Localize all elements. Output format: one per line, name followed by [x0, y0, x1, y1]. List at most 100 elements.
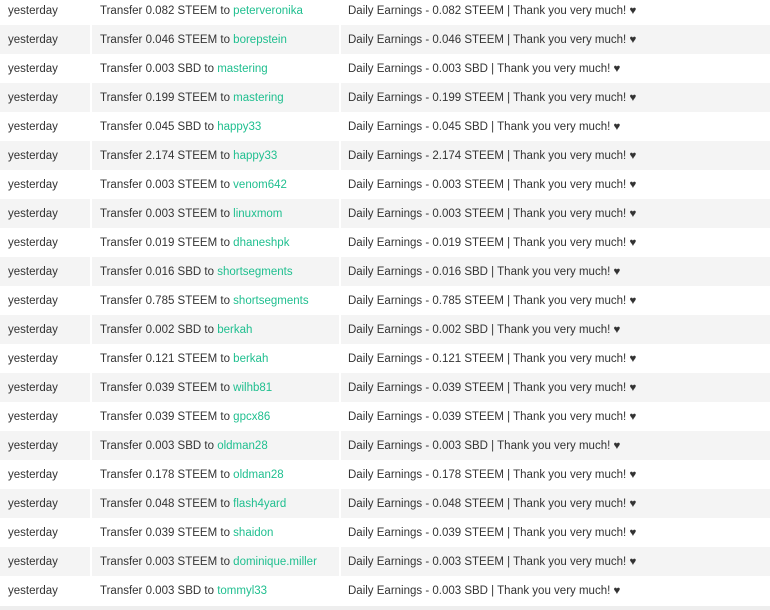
- transfer-date: yesterday: [0, 54, 91, 83]
- transfer-amount-text: Transfer 0.003 STEEM to: [100, 207, 230, 220]
- recipient-link[interactable]: shortsegments: [233, 295, 308, 307]
- recipient-link[interactable]: flash4yard: [233, 498, 286, 510]
- transfer-amount-text: Transfer 0.046 STEEM to: [100, 33, 230, 46]
- transfer-memo: Daily Earnings - 0.016 SBD | Thank you v…: [339, 257, 770, 286]
- table-row: yesterday Transfer 0.039 STEEM to gpcx86 D…: [0, 402, 770, 431]
- transfer-memo: Daily Earnings - 0.121 STEEM | Thank you…: [339, 344, 770, 373]
- transfer-memo: Daily Earnings - 0.039 STEEM | Thank you…: [339, 373, 770, 402]
- table-row: yesterday Transfer 2.174 STEEM to happy33…: [0, 141, 770, 170]
- recipient-link[interactable]: dhaneshpk: [233, 237, 289, 249]
- transfer-description: Transfer 0.003 STEEM to venom642: [90, 170, 340, 199]
- transfer-date: yesterday: [0, 518, 91, 547]
- transfer-description: Transfer 0.003 SBD to oldman28: [90, 431, 340, 460]
- transfer-memo: Daily Earnings - 0.003 SBD | Thank you v…: [339, 54, 770, 83]
- transfer-description: Transfer 0.003 STEEM to linuxmom: [90, 199, 340, 228]
- table-row: yesterday Transfer 0.045 SBD to happy33 Da…: [0, 112, 770, 141]
- transfer-date: yesterday: [0, 373, 91, 402]
- recipient-link[interactable]: berkah: [233, 353, 268, 365]
- transfer-description: Transfer 0.039 STEEM to shaidon: [90, 518, 340, 547]
- transfer-date: yesterday: [0, 315, 91, 344]
- transfer-date: yesterday: [0, 547, 91, 576]
- transfer-description: Transfer 0.003 SBD to tommyl33: [90, 576, 340, 605]
- recipient-link[interactable]: mastering: [217, 63, 268, 75]
- table-row: yesterday Transfer 0.785 STEEM to shortse…: [0, 286, 770, 315]
- transfer-amount-text: Transfer 0.039 STEEM to: [100, 526, 230, 539]
- recipient-link[interactable]: berkah: [217, 324, 252, 336]
- recipient-link[interactable]: happy33: [217, 121, 261, 133]
- recipient-link[interactable]: shaidon: [233, 527, 273, 539]
- recipient-link[interactable]: wilhb81: [233, 382, 272, 394]
- transfer-memo: Daily Earnings - 0.785 STEEM | Thank you…: [339, 286, 770, 315]
- transfer-history-body: yesterday Transfer 0.082 STEEM to peterve…: [0, 0, 770, 605]
- transfer-memo: Daily Earnings - 0.178 STEEM | Thank you…: [339, 460, 770, 489]
- table-row: yesterday Transfer 0.003 STEEM to dominiq…: [0, 547, 770, 576]
- transfer-amount-text: Transfer 0.003 SBD to: [100, 439, 214, 452]
- transfer-description: Transfer 0.003 SBD to mastering: [90, 54, 340, 83]
- transfer-amount-text: Transfer 0.003 SBD to: [100, 584, 214, 597]
- transfer-amount-text: Transfer 0.019 STEEM to: [100, 236, 230, 249]
- transfer-amount-text: Transfer 0.121 STEEM to: [100, 352, 230, 365]
- recipient-link[interactable]: shortsegments: [217, 266, 292, 278]
- transfer-description: Transfer 2.174 STEEM to happy33: [90, 141, 340, 170]
- transfer-memo: Daily Earnings - 2.174 STEEM | Thank you…: [339, 141, 770, 170]
- transfer-date: yesterday: [0, 431, 91, 460]
- table-row: yesterday Transfer 0.178 STEEM to oldman2…: [0, 460, 770, 489]
- transfer-amount-text: Transfer 0.199 STEEM to: [100, 91, 230, 104]
- recipient-link[interactable]: mastering: [233, 92, 284, 104]
- transfer-history-table: yesterday Transfer 0.082 STEEM to peterve…: [0, 0, 770, 605]
- table-row: yesterday Transfer 0.003 STEEM to linuxmo…: [0, 199, 770, 228]
- transfer-amount-text: Transfer 0.048 STEEM to: [100, 497, 230, 510]
- transfer-description: Transfer 0.046 STEEM to borepstein: [90, 25, 340, 54]
- table-row: yesterday Transfer 0.048 STEEM to flash4y…: [0, 489, 770, 518]
- transfer-description: Transfer 0.019 STEEM to dhaneshpk: [90, 228, 340, 257]
- transfer-description: Transfer 0.785 STEEM to shortsegments: [90, 286, 340, 315]
- transfer-memo: Daily Earnings - 0.039 STEEM | Thank you…: [339, 518, 770, 547]
- table-row: yesterday Transfer 0.019 STEEM to dhanesh…: [0, 228, 770, 257]
- transfer-date: yesterday: [0, 489, 91, 518]
- transfer-date: yesterday: [0, 83, 91, 112]
- transfer-memo: Daily Earnings - 0.003 STEEM | Thank you…: [339, 199, 770, 228]
- recipient-link[interactable]: dominique.miller: [233, 556, 317, 568]
- transfer-date: yesterday: [0, 402, 91, 431]
- transfer-description: Transfer 0.199 STEEM to mastering: [90, 83, 340, 112]
- transfer-date: yesterday: [0, 25, 91, 54]
- transfer-description: Transfer 0.039 STEEM to gpcx86: [90, 402, 340, 431]
- transfer-description: Transfer 0.045 SBD to happy33: [90, 112, 340, 141]
- recipient-link[interactable]: linuxmom: [233, 208, 282, 220]
- transfer-amount-text: Transfer 0.039 STEEM to: [100, 381, 230, 394]
- recipient-link[interactable]: borepstein: [233, 34, 287, 46]
- recipient-link[interactable]: venom642: [233, 179, 287, 191]
- transfer-memo: Daily Earnings - 0.003 STEEM | Thank you…: [339, 170, 770, 199]
- transfer-date: yesterday: [0, 170, 91, 199]
- transfer-date: yesterday: [0, 576, 91, 605]
- table-row: yesterday Transfer 0.039 STEEM to wilhb81…: [0, 373, 770, 402]
- transfer-description: Transfer 0.003 STEEM to dominique.miller: [90, 547, 340, 576]
- transfer-date: yesterday: [0, 228, 91, 257]
- table-row: yesterday Transfer 0.199 STEEM to masteri…: [0, 83, 770, 112]
- table-row: yesterday Transfer 0.121 STEEM to berkah D…: [0, 344, 770, 373]
- transfer-description: Transfer 0.002 SBD to berkah: [90, 315, 340, 344]
- recipient-link[interactable]: gpcx86: [233, 411, 270, 423]
- transfer-memo: Daily Earnings - 0.003 SBD | Thank you v…: [339, 576, 770, 605]
- table-row: yesterday Transfer 0.002 SBD to berkah Dai…: [0, 315, 770, 344]
- transfer-date: yesterday: [0, 286, 91, 315]
- table-row: yesterday Transfer 0.082 STEEM to peterve…: [0, 0, 770, 25]
- table-row: yesterday Transfer 0.003 SBD to tommyl33 D…: [0, 576, 770, 605]
- transfer-description: Transfer 0.016 SBD to shortsegments: [90, 257, 340, 286]
- recipient-link[interactable]: oldman28: [217, 440, 268, 452]
- recipient-link[interactable]: tommyl33: [217, 585, 267, 597]
- transfer-date: yesterday: [0, 141, 91, 170]
- transfer-amount-text: Transfer 0.003 SBD to: [100, 62, 214, 75]
- transfer-amount-text: Transfer 0.016 SBD to: [100, 265, 214, 278]
- transfer-memo: Daily Earnings - 0.002 SBD | Thank you v…: [339, 315, 770, 344]
- recipient-link[interactable]: happy33: [233, 150, 277, 162]
- transfer-memo: Daily Earnings - 0.199 STEEM | Thank you…: [339, 83, 770, 112]
- transfer-memo: Daily Earnings - 0.039 STEEM | Thank you…: [339, 402, 770, 431]
- transfer-memo: Daily Earnings - 0.003 SBD | Thank you v…: [339, 431, 770, 460]
- table-row: yesterday Transfer 0.003 SBD to mastering…: [0, 54, 770, 83]
- recipient-link[interactable]: oldman28: [233, 469, 284, 481]
- transfer-amount-text: Transfer 0.003 STEEM to: [100, 178, 230, 191]
- transfer-memo: Daily Earnings - 0.048 STEEM | Thank you…: [339, 489, 770, 518]
- transfer-amount-text: Transfer 0.002 SBD to: [100, 323, 214, 336]
- recipient-link[interactable]: peterveronika: [233, 5, 303, 17]
